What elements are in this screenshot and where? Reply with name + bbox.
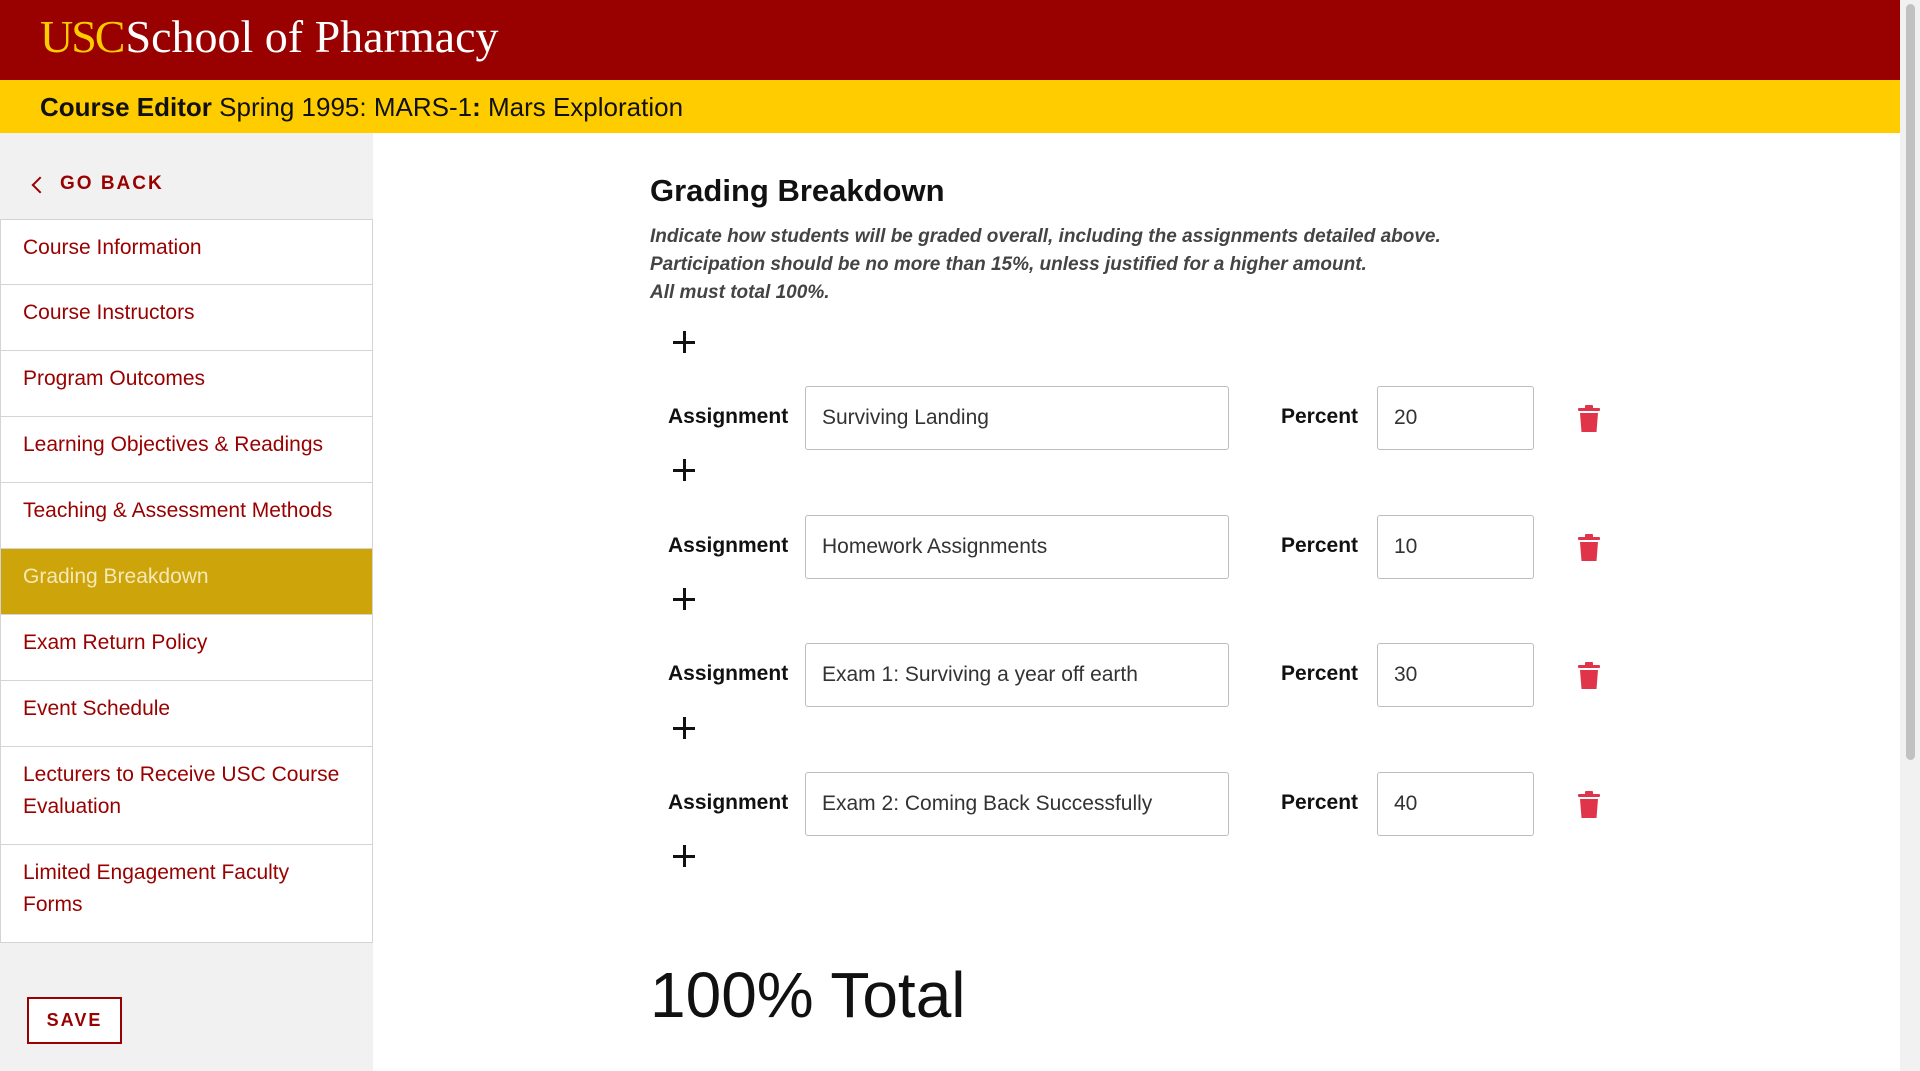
percent-label: Percent bbox=[1281, 791, 1359, 814]
grading-row: Assignment Percent bbox=[373, 643, 1900, 707]
assignment-label: Assignment bbox=[668, 534, 789, 557]
sidebar-item-exam-return-policy[interactable]: Exam Return Policy bbox=[0, 615, 373, 681]
course-separator: : bbox=[472, 92, 481, 122]
trash-icon[interactable] bbox=[1577, 662, 1601, 690]
percent-label: Percent bbox=[1281, 405, 1359, 428]
sidebar-item-lecturers-to-receive-usc-course-evaluation[interactable]: Lecturers to Receive USC Course Evaluati… bbox=[0, 747, 373, 845]
plus-icon[interactable] bbox=[671, 715, 697, 741]
page-scrollbar-thumb[interactable] bbox=[1906, 4, 1915, 760]
percent-input[interactable] bbox=[1377, 643, 1534, 707]
main-content: Grading Breakdown Indicate how students … bbox=[373, 133, 1900, 1071]
grading-row: Assignment Percent bbox=[373, 772, 1900, 836]
instruction-line: Indicate how students will be graded ove… bbox=[650, 226, 1441, 247]
plus-icon[interactable] bbox=[671, 457, 697, 483]
assignment-name-input[interactable] bbox=[805, 515, 1229, 579]
sidebar-item-program-outcomes[interactable]: Program Outcomes bbox=[0, 351, 373, 417]
course-editor-label: Course Editor bbox=[40, 92, 212, 122]
total-percent: 100% Total bbox=[650, 959, 966, 1031]
sidebar-item-teaching-and-assessment-methods[interactable]: Teaching & Assessment Methods bbox=[0, 483, 373, 549]
logo-usc-text: USC bbox=[40, 11, 125, 62]
course-title: Course Editor Spring 1995: MARS-1: Mars … bbox=[40, 92, 683, 123]
instruction-line: All must total 100%. bbox=[650, 282, 830, 303]
sidebar-item-limited-engagement-faculty-forms[interactable]: Limited Engagement Faculty Forms bbox=[0, 845, 373, 943]
sidebar-item-course-instructors[interactable]: Course Instructors bbox=[0, 285, 373, 351]
save-button[interactable]: SAVE bbox=[27, 997, 122, 1044]
trash-icon[interactable] bbox=[1577, 534, 1601, 562]
go-back-label: GO BACK bbox=[60, 173, 164, 194]
assignment-name-input[interactable] bbox=[805, 386, 1229, 450]
percent-label: Percent bbox=[1281, 534, 1359, 557]
assignment-label: Assignment bbox=[668, 662, 789, 685]
percent-input[interactable] bbox=[1377, 772, 1534, 836]
chevron-left-icon bbox=[31, 176, 49, 193]
sidebar-item-course-information[interactable]: Course Information bbox=[0, 219, 373, 285]
percent-input[interactable] bbox=[1377, 515, 1534, 579]
usc-pharmacy-logo[interactable]: USCSchool of Pharmacy bbox=[40, 10, 499, 63]
assignment-label: Assignment bbox=[668, 791, 789, 814]
plus-icon[interactable] bbox=[671, 586, 697, 612]
plus-icon[interactable] bbox=[671, 843, 697, 869]
sidebar: GO BACK Course Information Course Instruc… bbox=[0, 133, 373, 1071]
page-title: Grading Breakdown bbox=[650, 173, 945, 208]
course-code: Spring 1995: MARS-1 bbox=[219, 92, 473, 122]
sidebar-item-event-schedule[interactable]: Event Schedule bbox=[0, 681, 373, 747]
go-back-link[interactable]: GO BACK bbox=[31, 173, 164, 195]
assignment-name-input[interactable] bbox=[805, 772, 1229, 836]
sidebar-nav: Course Information Course Instructors Prog… bbox=[0, 219, 373, 943]
instructions: Indicate how students will be graded ove… bbox=[650, 223, 1441, 307]
grading-row: Assignment Percent bbox=[373, 386, 1900, 450]
grading-row: Assignment Percent bbox=[373, 515, 1900, 579]
assignment-name-input[interactable] bbox=[805, 643, 1229, 707]
percent-input[interactable] bbox=[1377, 386, 1534, 450]
logo-school-text: School of Pharmacy bbox=[125, 11, 499, 62]
sidebar-item-learning-objectives-and-readings[interactable]: Learning Objectives & Readings bbox=[0, 417, 373, 483]
course-name: Mars Exploration bbox=[487, 92, 684, 122]
course-editor-bar: Course Editor Spring 1995: MARS-1: Mars … bbox=[0, 80, 1900, 133]
plus-icon[interactable] bbox=[671, 329, 697, 355]
site-header: USCSchool of Pharmacy bbox=[0, 0, 1900, 80]
percent-label: Percent bbox=[1281, 662, 1359, 685]
assignment-label: Assignment bbox=[668, 405, 789, 428]
trash-icon[interactable] bbox=[1577, 791, 1601, 819]
sidebar-item-grading-breakdown[interactable]: Grading Breakdown bbox=[0, 549, 373, 615]
instruction-line: Participation should be no more than 15%… bbox=[650, 254, 1367, 275]
trash-icon[interactable] bbox=[1577, 405, 1601, 433]
